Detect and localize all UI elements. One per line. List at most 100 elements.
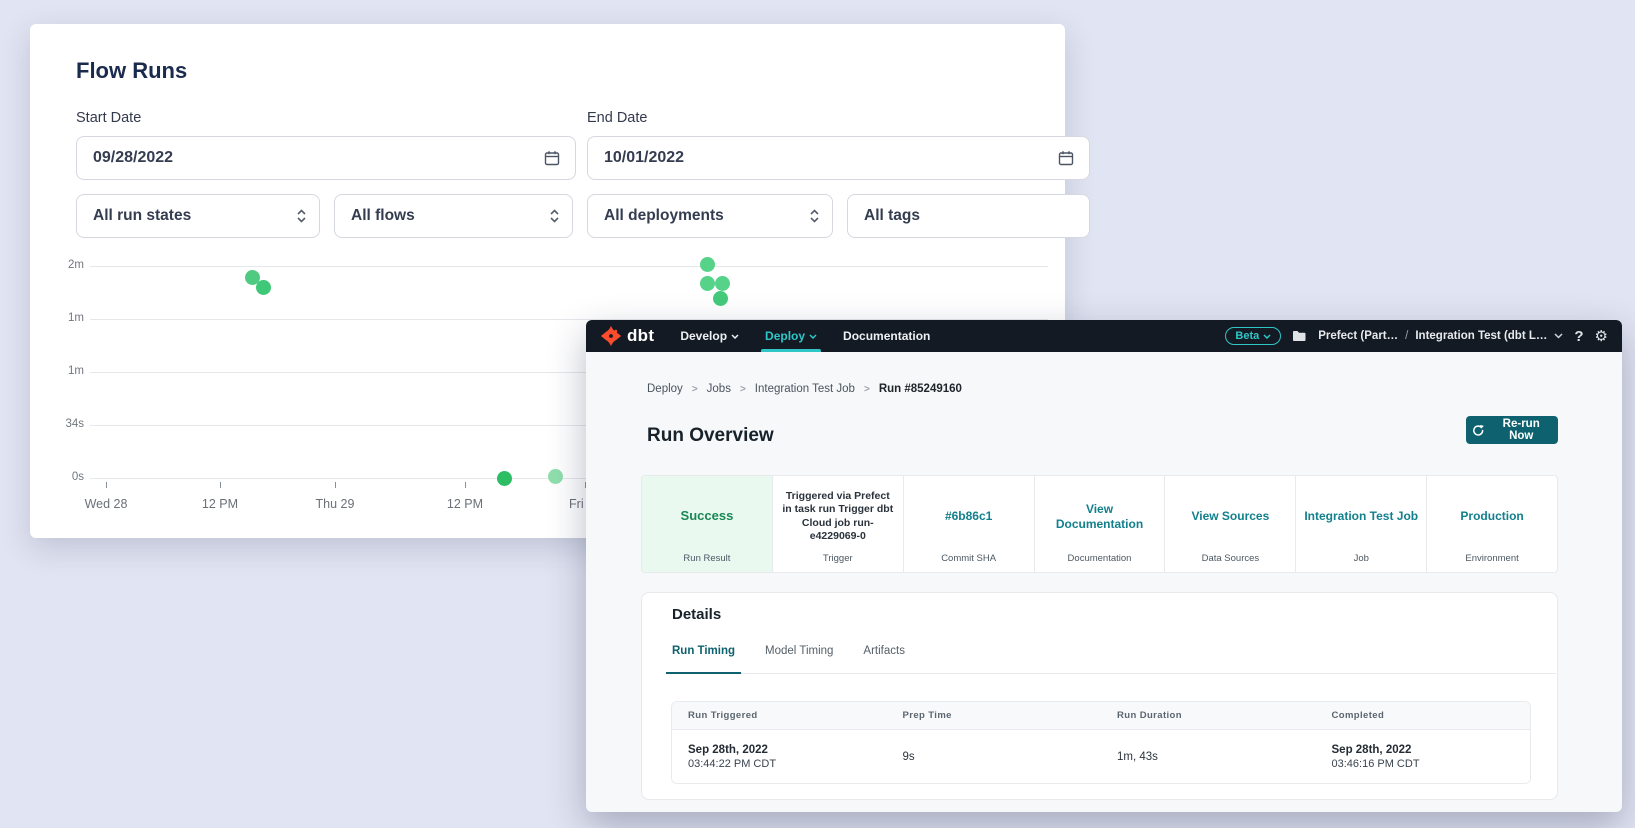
end-date-input[interactable]: 10/01/2022	[587, 136, 1090, 180]
flow-run-point[interactable]	[715, 276, 730, 291]
x-axis-tick-label: 12 PM	[420, 497, 510, 511]
updown-chevron-icon	[296, 208, 307, 224]
status-card-value[interactable]: Integration Test Job	[1304, 482, 1418, 551]
breadcrumb-separator: >	[692, 384, 698, 395]
calendar-icon[interactable]	[1057, 149, 1075, 167]
table-row: Sep 28th, 202203:44:22 PM CDT9s1m, 43sSe…	[672, 730, 1530, 783]
table-header-run-triggered: Run Triggered	[672, 702, 887, 730]
status-card-documentation[interactable]: View DocumentationDocumentation	[1034, 476, 1165, 572]
x-axis-tick-label: Thu 29	[290, 497, 380, 511]
table-header-prep-time: Prep Time	[887, 702, 1102, 730]
y-axis-tick-label: 34s	[30, 418, 84, 430]
table-header-completed: Completed	[1316, 702, 1531, 730]
status-card-environment[interactable]: Production Environment	[1426, 476, 1557, 572]
table-cell: Sep 28th, 202203:44:22 PM CDT	[672, 730, 887, 783]
flow-run-point[interactable]	[548, 469, 563, 484]
status-card-label: Environment	[1465, 553, 1518, 564]
x-axis-tick	[335, 482, 336, 488]
status-card-job[interactable]: Integration Test JobJob	[1295, 476, 1426, 572]
chevron-down-icon	[809, 334, 817, 339]
flow-run-point[interactable]	[497, 471, 512, 486]
nav-item-label: Documentation	[843, 329, 930, 343]
chevron-down-icon	[731, 334, 739, 339]
tab-run-timing[interactable]: Run Timing	[672, 645, 735, 673]
dbt-top-navbar: dbt Develop Deploy Documentation Beta Pref…	[586, 320, 1622, 352]
dbt-supernova-icon	[600, 325, 622, 347]
nav-item-documentation[interactable]: Documentation	[843, 320, 930, 352]
nav-item-label: Develop	[680, 329, 727, 343]
run-states-select-value: All run states	[93, 207, 191, 225]
cell-date: Sep 28th, 2022	[1332, 744, 1515, 756]
beta-badge[interactable]: Beta	[1225, 327, 1281, 345]
deployments-select[interactable]: All deployments	[587, 194, 833, 238]
start-date-input[interactable]: 09/28/2022	[76, 136, 576, 180]
account-switcher[interactable]: Prefect (Part… / Integration Test (dbt L…	[1318, 330, 1563, 342]
status-card-value[interactable]: View Documentation	[1043, 482, 1157, 551]
status-card-label: Run Result	[683, 553, 730, 564]
y-axis-tick-label: 1m	[30, 312, 84, 324]
flow-run-point[interactable]	[256, 280, 271, 295]
table-cell: Sep 28th, 202203:46:16 PM CDT	[1316, 730, 1531, 783]
tab-model-timing[interactable]: Model Timing	[765, 645, 833, 673]
rerun-now-button[interactable]: Re-run Now	[1466, 416, 1558, 444]
tags-select-value: All tags	[864, 207, 920, 225]
status-card-value: Triggered via Prefect in task run Trigge…	[781, 482, 895, 551]
filter-select-row: All run states All flows All deployments Al…	[76, 194, 1090, 238]
dbt-logo-text: dbt	[627, 326, 654, 346]
breadcrumb-item[interactable]: Jobs	[707, 383, 731, 395]
flows-select[interactable]: All flows	[334, 194, 573, 238]
end-date-value: 10/01/2022	[604, 149, 684, 167]
status-card-commit-sha[interactable]: #6b86c1 Commit SHA	[903, 476, 1034, 572]
status-card-data-sources[interactable]: View SourcesData Sources	[1164, 476, 1295, 572]
cell-date: Sep 28th, 2022	[688, 744, 871, 756]
page-title: Run Overview	[647, 425, 774, 447]
flow-run-point[interactable]	[700, 257, 715, 272]
status-card-value[interactable]: #6b86c1	[945, 482, 992, 551]
start-date-value: 09/28/2022	[93, 149, 173, 167]
breadcrumb-item: Run #85249160	[879, 383, 962, 395]
x-axis-tick	[220, 482, 221, 488]
breadcrumb-item[interactable]: Deploy	[647, 383, 683, 395]
dbt-logo[interactable]: dbt	[600, 325, 654, 347]
flow-run-point[interactable]	[713, 291, 728, 306]
breadcrumb: Deploy > Jobs > Integration Test Job > Run #85…	[647, 383, 962, 395]
deployments-select-value: All deployments	[604, 207, 724, 225]
desktop-background: Flow Runs Start Date 09/28/2022 End Date…	[0, 0, 1635, 828]
flows-select-value: All flows	[351, 207, 415, 225]
dbt-cloud-window: dbt Develop Deploy Documentation Beta Pref…	[586, 320, 1622, 812]
breadcrumb-item[interactable]: Integration Test Job	[755, 383, 855, 395]
start-date-label: Start Date	[76, 110, 141, 126]
nav-item-deploy[interactable]: Deploy	[765, 320, 817, 352]
status-card-value[interactable]: View Sources	[1191, 482, 1269, 551]
calendar-icon[interactable]	[543, 149, 561, 167]
updown-chevron-icon	[549, 208, 560, 224]
tags-select[interactable]: All tags	[847, 194, 1090, 238]
breadcrumb-separator: >	[864, 384, 870, 395]
y-axis-tick-label: 2m	[30, 259, 84, 271]
x-axis-tick	[106, 482, 107, 488]
status-card-label: Trigger	[823, 553, 853, 564]
y-axis-tick-label: 0s	[30, 471, 84, 483]
flow-run-point[interactable]	[700, 276, 715, 291]
tab-artifacts[interactable]: Artifacts	[863, 645, 905, 673]
folder-icon	[1292, 330, 1307, 342]
gear-icon[interactable]: ⚙	[1595, 329, 1608, 344]
rerun-now-label: Re-run Now	[1490, 418, 1552, 442]
run-states-select[interactable]: All run states	[76, 194, 320, 238]
help-icon[interactable]: ?	[1574, 328, 1583, 345]
status-card-value[interactable]: Production	[1460, 482, 1523, 551]
nav-item-develop[interactable]: Develop	[680, 320, 739, 352]
run-status-summary-band: SuccessRun ResultTriggered via Prefect i…	[641, 475, 1558, 573]
project-name: Integration Test (dbt L…	[1415, 330, 1547, 342]
breadcrumb-separator: >	[740, 384, 746, 395]
status-card-label: Commit SHA	[941, 553, 996, 564]
updown-chevron-icon	[809, 208, 820, 224]
x-axis-tick-label: Wed 28	[61, 497, 151, 511]
account-name: Prefect (Part…	[1318, 330, 1398, 342]
table-cell: 9s	[887, 730, 1102, 783]
status-card-run-result: SuccessRun Result	[642, 476, 772, 572]
run-timing-table: Run TriggeredPrep TimeRun DurationComple…	[671, 701, 1531, 784]
details-card: Details Run TimingModel TimingArtifacts …	[641, 592, 1558, 800]
details-tabs: Run Timing Model Timing Artifacts	[672, 645, 1556, 674]
beta-badge-label: Beta	[1235, 330, 1259, 342]
